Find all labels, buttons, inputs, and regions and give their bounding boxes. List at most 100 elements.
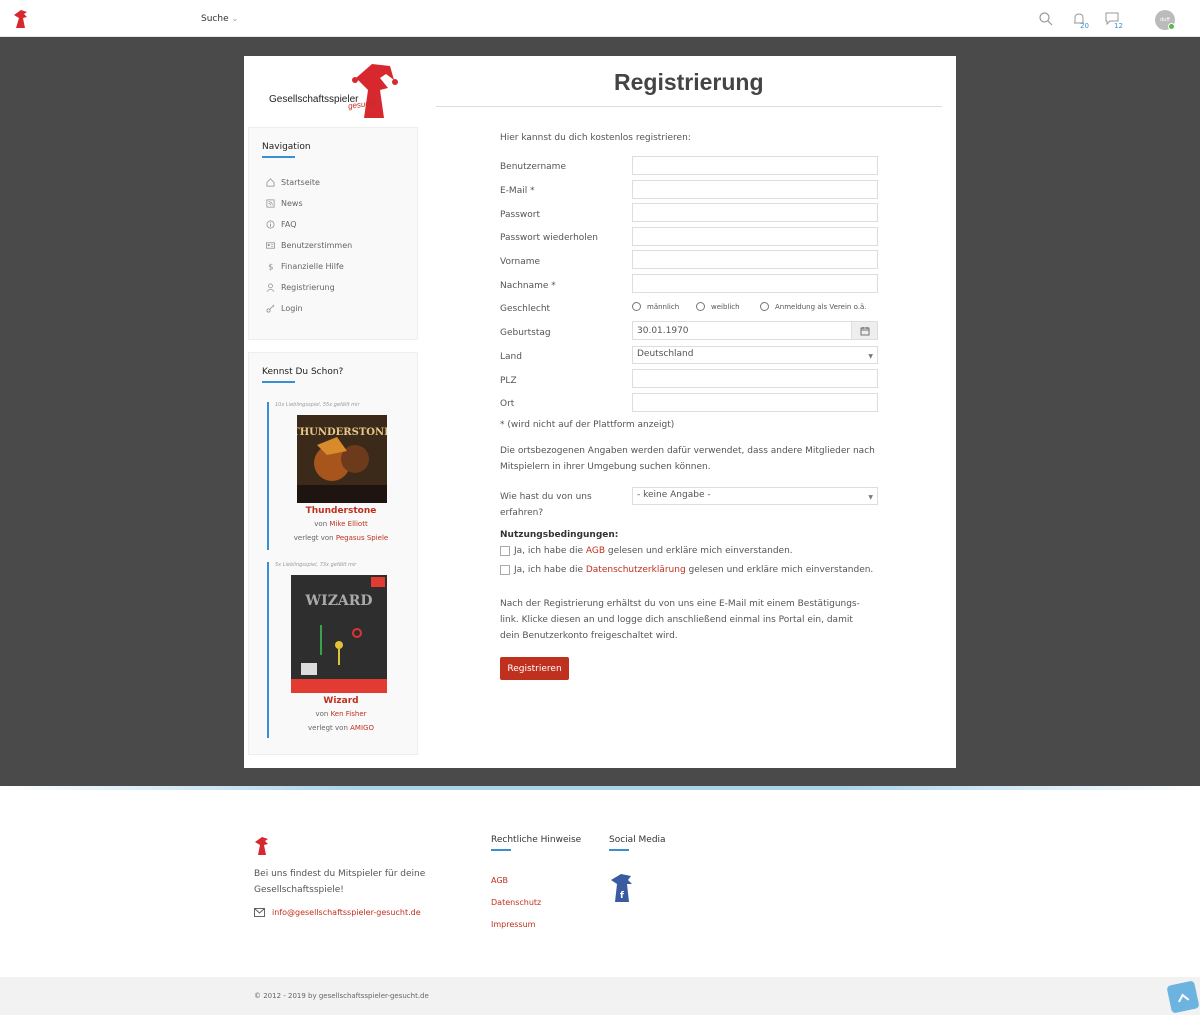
footer-link-impressum[interactable]: Impressum — [491, 920, 535, 929]
cover-title: WIZARD — [304, 593, 372, 609]
online-status-dot — [1168, 23, 1175, 30]
title-underline — [609, 849, 629, 851]
after-info-line-1: Nach der Registrierung erhältst du von u… — [500, 599, 860, 609]
game-card-wizard: 5x Lieblingsspiel, 73x gefällt mir WIZAR… — [267, 562, 411, 738]
caret-down-icon: ▼ — [868, 494, 873, 501]
radio-label: Anmeldung als Verein o.ä. — [775, 302, 867, 311]
game-title[interactable]: Wizard — [269, 696, 413, 706]
legal-title: Rechtliche Hinweise — [491, 835, 582, 845]
radio-label: männlich — [647, 302, 680, 311]
agb-checkbox-row[interactable]: Ja, ich habe die AGB gelesen und erkläre… — [500, 546, 793, 556]
gender-radio-male[interactable]: männlich — [632, 302, 679, 311]
footer-link-agb[interactable]: AGB — [491, 876, 508, 885]
privacy-checkbox[interactable] — [500, 565, 510, 575]
footer-link-datenschutz[interactable]: Datenschutz — [491, 898, 541, 907]
navigation-panel: Navigation Startseite News FAQ Benutzers… — [248, 127, 418, 340]
agb-checkbox[interactable] — [500, 546, 510, 556]
required-note: * (wird nicht auf der Plattform anzeigt) — [500, 420, 675, 430]
key-icon — [266, 304, 275, 313]
know-title: Kennst Du Schon? — [262, 367, 344, 377]
game-publisher-line: verlegt von AMIGO — [269, 724, 413, 732]
firstname-label: Vorname — [500, 257, 541, 267]
author-link[interactable]: Ken Fisher — [331, 710, 367, 718]
navigation-title: Navigation — [262, 142, 311, 152]
birthday-label: Geburtstag — [500, 328, 551, 338]
facebook-jester-icon[interactable]: f — [609, 872, 634, 904]
site-logo[interactable]: Gesellschaftsspieler gesucht — [248, 56, 418, 126]
gender-radio-female[interactable]: weiblich — [696, 302, 740, 311]
sidebar-item-finanzielle-hilfe[interactable]: $ Finanzielle Hilfe — [266, 262, 344, 271]
author-link[interactable]: Mike Elliott — [329, 520, 367, 528]
birthday-input[interactable] — [632, 321, 852, 340]
sidebar-item-faq[interactable]: FAQ — [266, 220, 297, 229]
footer-email: info@gesellschaftsspieler-gesucht.de — [254, 908, 421, 917]
email-input[interactable] — [632, 180, 878, 199]
rss-icon — [266, 199, 275, 208]
title-underline — [262, 156, 295, 158]
password-input[interactable] — [632, 203, 878, 222]
band-divider — [0, 786, 1200, 790]
privacy-checkbox-row[interactable]: Ja, ich habe die Datenschutzerklärung ge… — [500, 565, 873, 575]
game-cover-thunderstone[interactable]: THUNDERSTONE — [297, 415, 387, 503]
game-card-thunderstone: 10x Lieblingsspiel, 55x gefällt mir THUN… — [267, 402, 411, 550]
calendar-button[interactable] — [852, 321, 878, 340]
sidebar-item-label: Benutzerstimmen — [281, 241, 353, 250]
sidebar-item-label: Startseite — [281, 178, 320, 187]
found-us-select-value: - keine Angabe - — [637, 490, 711, 500]
agb-link[interactable]: AGB — [586, 546, 605, 556]
privacy-pre: Ja, ich habe die — [514, 565, 586, 575]
page-title: Registrierung — [614, 69, 764, 95]
search-menu[interactable]: Suche ⌄ — [201, 14, 238, 24]
chevron-up-icon — [1178, 993, 1190, 1003]
scroll-to-top-button[interactable] — [1166, 980, 1200, 1014]
sidebar-item-news[interactable]: News — [266, 199, 303, 208]
by-label: von — [315, 710, 331, 718]
lastname-input[interactable] — [632, 274, 878, 293]
email-label: E-Mail * — [500, 186, 535, 196]
sidebar-item-label: News — [281, 199, 303, 208]
register-button[interactable]: Registrieren — [500, 657, 569, 680]
country-select[interactable]: Deutschland ▼ — [632, 346, 878, 364]
sidebar-item-benutzerstimmen[interactable]: Benutzerstimmen — [266, 241, 352, 250]
password-repeat-input[interactable] — [632, 227, 878, 246]
publisher-link[interactable]: Pegasus Spiele — [336, 534, 388, 542]
jester-hat-logo-icon[interactable] — [254, 836, 270, 856]
lastname-label: Nachname * — [500, 281, 556, 291]
found-us-select[interactable]: - keine Angabe - ▼ — [632, 487, 878, 505]
country-select-value: Deutschland — [637, 349, 694, 359]
gender-radio-club[interactable]: Anmeldung als Verein o.ä. — [760, 302, 866, 311]
chevron-down-icon: ⌄ — [231, 14, 239, 23]
radio-label: weiblich — [711, 302, 740, 311]
id-card-icon — [266, 242, 275, 249]
search-icon[interactable] — [1038, 11, 1054, 27]
game-cover-wizard[interactable]: WIZARD — [291, 575, 387, 693]
game-publisher-line: verlegt von Pegasus Spiele — [269, 534, 413, 542]
privacy-text: Ja, ich habe die Datenschutzerklärung ge… — [514, 565, 873, 575]
social-title: Social Media — [609, 835, 666, 845]
svg-text:$: $ — [268, 262, 273, 271]
game-title[interactable]: Thunderstone — [269, 506, 413, 516]
home-icon — [266, 178, 275, 187]
privacy-post: gelesen und erkläre mich einverstanden. — [685, 565, 874, 575]
game-author-line: von Ken Fisher — [269, 710, 413, 718]
password-repeat-label: Passwort wiederholen — [500, 233, 599, 243]
copyright-text: © 2012 - 2019 by gesellschaftsspieler-ge… — [254, 992, 429, 1000]
title-underline — [262, 381, 295, 383]
by-label: von — [314, 520, 330, 528]
city-label: Ort — [500, 399, 515, 409]
sidebar-item-label: Login — [281, 304, 303, 313]
email-link[interactable]: info@gesellschaftsspieler-gesucht.de — [272, 908, 421, 917]
city-input[interactable] — [632, 393, 878, 412]
sidebar-item-login[interactable]: Login — [266, 304, 303, 313]
jester-hat-logo-icon[interactable] — [12, 9, 30, 29]
firstname-input[interactable] — [632, 250, 878, 269]
publisher-link[interactable]: AMIGO — [350, 724, 374, 732]
jester-hat-logo-icon — [352, 64, 398, 118]
username-label: Benutzername — [500, 162, 566, 172]
privacy-link[interactable]: Datenschutzerklärung — [586, 565, 686, 575]
zip-input[interactable] — [632, 369, 878, 388]
notifications-count: 20 — [1080, 22, 1089, 30]
sidebar-item-startseite[interactable]: Startseite — [266, 178, 320, 187]
sidebar-item-registrierung[interactable]: Registrierung — [266, 283, 335, 292]
username-input[interactable] — [632, 156, 878, 175]
